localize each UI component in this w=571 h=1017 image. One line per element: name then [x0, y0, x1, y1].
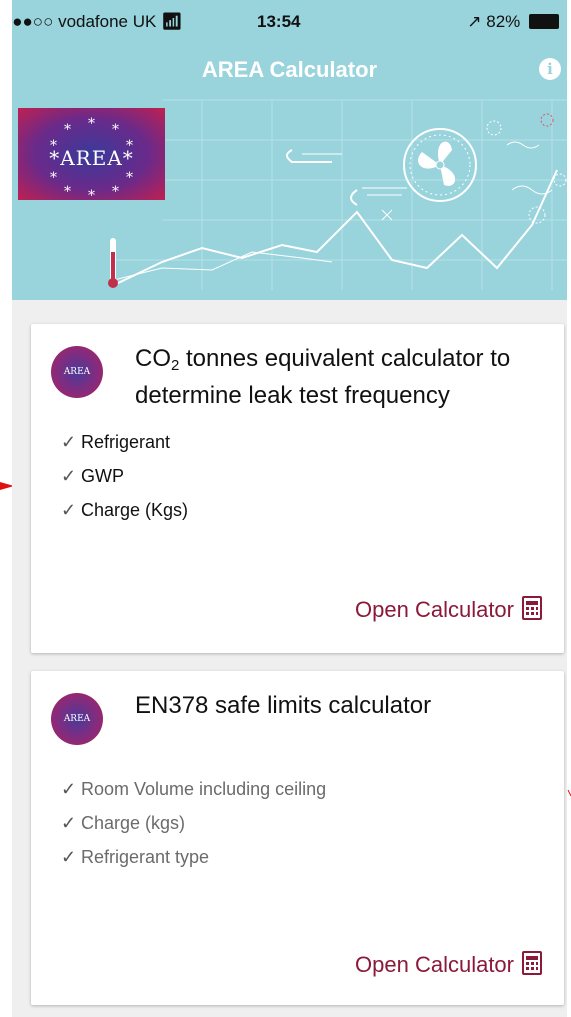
list-item: ✓ Charge (kgs) [61, 813, 186, 833]
check-icon: ✓ [61, 813, 77, 833]
card-avatar: AREA [51, 693, 103, 745]
card-title: EN378 safe limits calculator [135, 692, 432, 719]
status-right: ↗ 82% [467, 12, 559, 32]
status-bar: ●●●○○ vodafone UK 📶︎ 13:54 ↗ 82% [12, 0, 567, 40]
location-arrow-icon: ↗ [467, 12, 482, 31]
list-item: ✓ Room Volume including ceiling [61, 779, 327, 799]
open-calculator-button[interactable]: Open Calculator [355, 951, 542, 978]
check-icon: ✓ [61, 779, 77, 799]
requirements-list: ✓ Room Volume including ceiling ✓ Charge (… [61, 779, 326, 881]
carrier-label: ●●●○○ vodafone UK 📶︎ [12, 12, 183, 31]
clock: 13:54 [257, 12, 301, 31]
card-avatar: AREA [51, 346, 103, 398]
check-icon: ✓ [61, 466, 77, 486]
list-item: ✓ Refrigerant type [61, 847, 210, 867]
card-title: CO2 tonnes equivalent calculator to dete… [135, 345, 511, 409]
check-icon: ✓ [61, 500, 77, 520]
battery-percent: 82% [486, 12, 521, 31]
list-item: ✓ Charge (Kgs) [61, 500, 189, 520]
calculator-card-co2: AREA CO2 tonnes equivalent calculator to… [31, 324, 564, 653]
header-banner: ●●●○○ vodafone UK 📶︎ 13:54 ↗ 82% AREA Ca… [12, 0, 567, 300]
area-logo: * * * * * * * * * * *AREA* [18, 108, 165, 204]
calculator-icon [522, 596, 542, 620]
info-icon[interactable]: i [539, 58, 561, 80]
app-screen: ●●●○○ vodafone UK 📶︎ 13:54 ↗ 82% AREA Ca… [12, 0, 567, 1017]
page-title: AREA Calculator [201, 57, 378, 82]
list-item: ✓ GWP [61, 466, 124, 486]
battery-icon [529, 14, 559, 29]
requirements-list: ✓ Refrigerant ✓ GWP ✓ Charge (Kgs) [61, 432, 188, 534]
logo-text: *AREA* [49, 146, 134, 170]
list-item: ✓ Refrigerant [61, 432, 171, 452]
calculator-card-en378: AREA EN378 safe limits calculator ✓ Room … [31, 671, 564, 1005]
open-calculator-label: Open Calculator [355, 597, 514, 622]
open-calculator-label: Open Calculator [355, 952, 514, 977]
check-icon: ✓ [61, 432, 77, 452]
open-calculator-button[interactable]: Open Calculator [355, 596, 542, 623]
check-icon: ✓ [61, 847, 77, 867]
calculator-icon [522, 951, 542, 975]
wifi-icon: 📶︎ [161, 12, 183, 31]
